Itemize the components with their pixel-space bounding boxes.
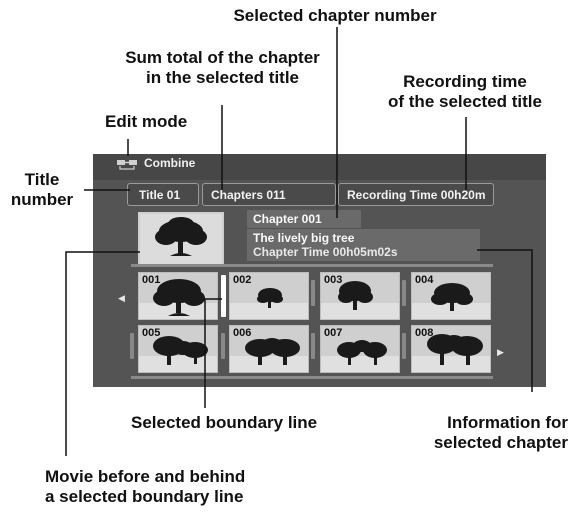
top-divider	[131, 264, 493, 267]
callout-information: Information for selected chapter	[433, 413, 568, 452]
recording-time-box: Recording Time 00h20m	[338, 183, 494, 206]
chapter-name: The lively big tree	[253, 231, 355, 245]
edit-mode-icon	[117, 160, 137, 170]
chapter-thumbnail[interactable]: 008	[411, 325, 491, 373]
scroll-right-icon[interactable]: ▶	[497, 347, 504, 358]
callout-edit-mode: Edit mode	[105, 112, 188, 131]
scroll-left-icon[interactable]: ◀	[118, 293, 125, 304]
callout-selected-boundary-line: Selected boundary line	[131, 413, 318, 432]
boundary-line[interactable]	[311, 280, 315, 306]
boundary-line[interactable]	[130, 333, 134, 359]
selected-boundary-line[interactable]	[221, 275, 226, 317]
boundary-line[interactable]	[311, 333, 315, 359]
title-box[interactable]: Title 01	[127, 183, 199, 206]
chapter-thumbnail[interactable]: 001	[138, 272, 218, 320]
callout-title-number: Title number	[10, 170, 74, 209]
chapters-box[interactable]: Chapters 011	[202, 183, 336, 206]
bottom-divider	[131, 376, 493, 379]
title-box-label: Title 01	[139, 188, 181, 202]
chapter-thumbnail[interactable]: 003	[320, 272, 400, 320]
chapter-thumbnail-number: 007	[324, 327, 343, 339]
chapter-thumbnail-number: 003	[324, 274, 343, 286]
selected-chapter-number: Chapter 001	[247, 210, 361, 228]
chapter-thumbnail-number: 001	[142, 274, 161, 286]
chapter-thumbnail[interactable]: 006	[229, 325, 309, 373]
boundary-line[interactable]	[221, 333, 225, 359]
diagram-root: { "screen": { "mode_label": "Combine", "…	[0, 0, 575, 516]
chapter-thumbnail-number: 005	[142, 327, 161, 339]
chapter-thumbnail[interactable]: 002	[229, 272, 309, 320]
chapter-thumbnail[interactable]: 005	[138, 325, 218, 373]
mode-label: Combine	[144, 156, 196, 170]
callout-sum-total: Sum total of the chapter in the selected…	[125, 48, 320, 87]
chapters-box-label: Chapters 011	[211, 188, 286, 202]
chapter-thumbnail-number: 006	[233, 327, 252, 339]
boundary-line[interactable]	[402, 280, 406, 306]
chapter-thumbnail[interactable]: 007	[320, 325, 400, 373]
chapter-thumbnail-number: 008	[415, 327, 434, 339]
boundary-line[interactable]	[402, 333, 406, 359]
chapter-thumbnail-number: 004	[415, 274, 434, 286]
chapter-info-panel: The lively big tree Chapter Time 00h05m0…	[247, 229, 480, 261]
chapter-thumbnail-number: 002	[233, 274, 252, 286]
preview-thumbnail	[138, 212, 224, 266]
tree-icon	[155, 217, 207, 256]
chapter-thumbnail[interactable]: 004	[411, 272, 491, 320]
callout-recording-time: Recording time of the selected title	[388, 72, 542, 111]
chapter-time: Chapter Time 00h05m02s	[253, 245, 398, 259]
callout-movie: Movie before and behind a selected bound…	[45, 467, 246, 506]
recording-time-label: Recording Time 00h20m	[347, 188, 486, 202]
callout-selected-chapter-number: Selected chapter number	[233, 6, 437, 25]
